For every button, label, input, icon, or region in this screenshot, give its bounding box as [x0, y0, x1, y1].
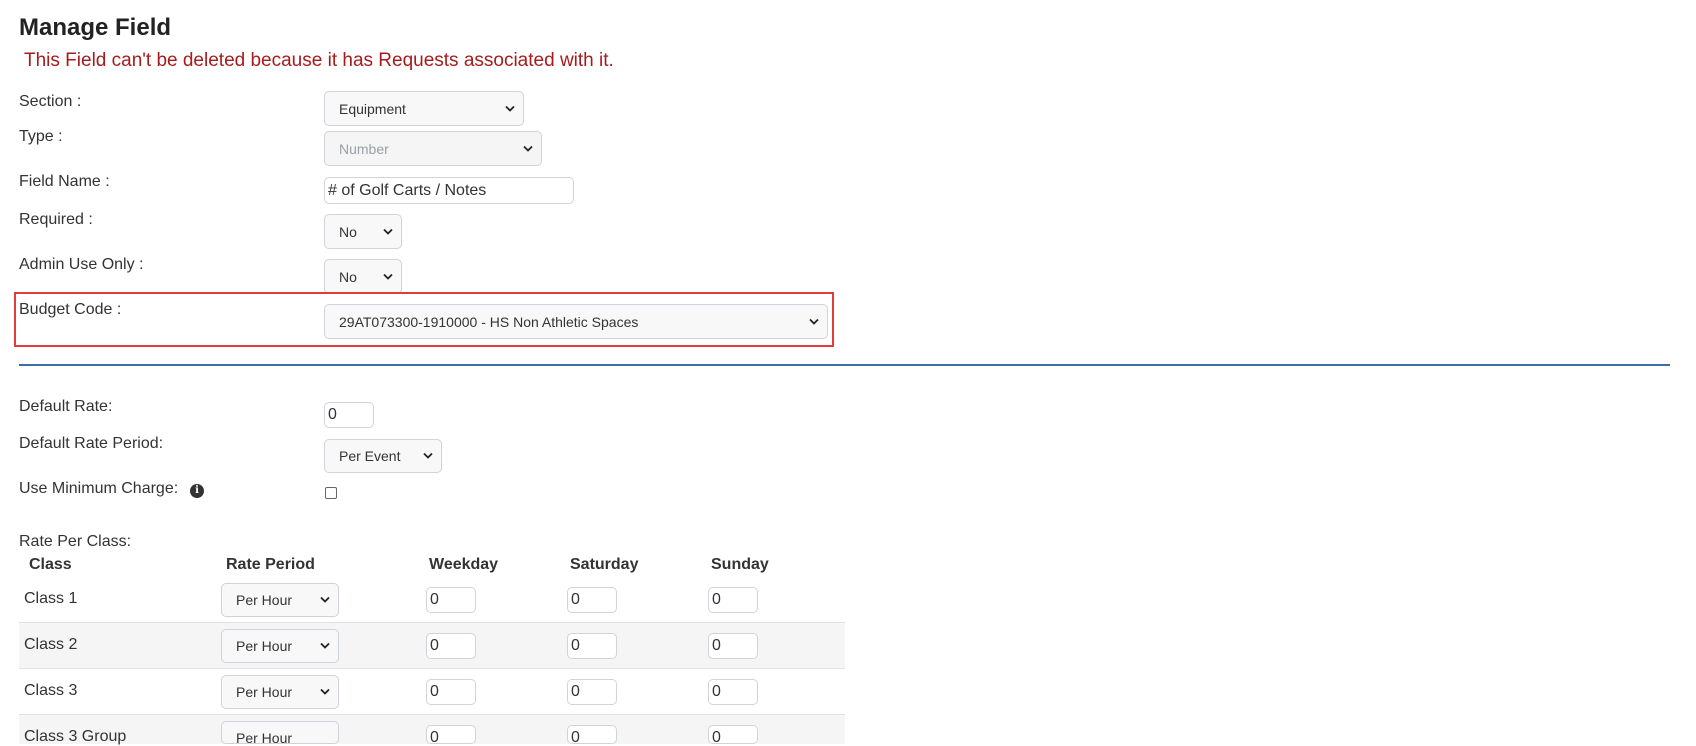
- required-select-value: No: [339, 223, 357, 240]
- saturday-rate-input[interactable]: 0: [567, 587, 617, 613]
- header-rate-period: Rate Period: [226, 556, 315, 573]
- class-name: Class 3 Group: [24, 728, 127, 745]
- rate-period-value: Per Hour: [236, 638, 293, 654]
- type-label: Type :: [19, 128, 63, 145]
- saturday-rate-input[interactable]: 0: [567, 633, 617, 659]
- required-select[interactable]: No: [324, 214, 402, 249]
- chevron-down-icon: [383, 273, 393, 280]
- default-rate-label: Default Rate:: [19, 398, 113, 415]
- default-rate-period-select[interactable]: Per Event: [324, 439, 442, 473]
- budget-code-label: Budget Code :: [19, 301, 122, 318]
- class-name: Class 1: [24, 590, 78, 607]
- error-message: This Field can't be deleted because it h…: [24, 50, 614, 71]
- saturday-rate-value: 0: [571, 683, 580, 700]
- header-saturday: Saturday: [570, 556, 639, 573]
- saturday-rate-input[interactable]: 0: [567, 679, 617, 705]
- required-label: Required :: [19, 211, 93, 228]
- sunday-rate-value: 0: [712, 637, 721, 654]
- sunday-rate-value: 0: [712, 591, 721, 608]
- weekday-rate-value: 0: [430, 729, 439, 744]
- chevron-down-icon: [523, 145, 533, 152]
- chevron-down-icon: [320, 597, 330, 604]
- admin-use-only-select[interactable]: No: [324, 259, 402, 294]
- chevron-down-icon: [809, 318, 819, 325]
- class-name: Class 2: [24, 636, 78, 653]
- sunday-rate-value: 0: [712, 683, 721, 700]
- default-rate-input[interactable]: 0: [324, 402, 374, 428]
- type-select-value: Number: [339, 140, 389, 157]
- header-class: Class: [29, 556, 72, 573]
- class-name: Class 3: [24, 682, 78, 699]
- weekday-rate-input[interactable]: 0: [426, 587, 476, 613]
- weekday-rate-input[interactable]: 0: [426, 679, 476, 705]
- admin-use-only-select-value: No: [339, 268, 357, 285]
- sunday-rate-input[interactable]: 0: [708, 633, 758, 659]
- type-select[interactable]: Number: [324, 131, 542, 166]
- default-rate-value: 0: [328, 406, 337, 423]
- saturday-rate-value: 0: [571, 637, 580, 654]
- saturday-rate-value: 0: [571, 591, 580, 608]
- weekday-rate-value: 0: [430, 683, 439, 700]
- header-sunday: Sunday: [711, 556, 769, 573]
- section-divider: [19, 364, 1670, 366]
- section-select[interactable]: Equipment: [324, 91, 524, 126]
- field-name-value: # of Golf Carts / Notes: [328, 181, 487, 199]
- chevron-down-icon: [383, 228, 393, 235]
- chevron-down-icon: [423, 453, 433, 460]
- sunday-rate-input[interactable]: 0: [708, 725, 758, 744]
- section-label: Section :: [19, 93, 82, 110]
- info-circle-icon[interactable]: i: [190, 484, 204, 498]
- rate-period-select[interactable]: Per Hour: [221, 675, 339, 709]
- sunday-rate-input[interactable]: 0: [708, 679, 758, 705]
- default-rate-period-select-value: Per Event: [339, 448, 401, 464]
- rate-period-select[interactable]: Per Hour: [221, 721, 339, 744]
- weekday-rate-input[interactable]: 0: [426, 725, 476, 744]
- chevron-down-icon: [320, 689, 330, 696]
- header-weekday: Weekday: [429, 556, 499, 573]
- use-minimum-charge-checkbox[interactable]: [325, 487, 337, 499]
- page-title: Manage Field: [19, 14, 172, 41]
- weekday-rate-value: 0: [430, 591, 439, 608]
- rate-period-value: Per Hour: [236, 684, 293, 700]
- rate-period-value: Per Hour: [236, 730, 293, 744]
- rate-period-value: Per Hour: [236, 592, 293, 608]
- chevron-down-icon: [505, 105, 515, 112]
- section-select-value: Equipment: [339, 100, 406, 117]
- field-name-label: Field Name :: [19, 173, 110, 190]
- budget-code-select[interactable]: 29AT073300-1910000 - HS Non Athletic Spa…: [324, 304, 828, 339]
- sunday-rate-value: 0: [712, 729, 721, 744]
- rate-period-select[interactable]: Per Hour: [221, 583, 339, 617]
- budget-code-select-value: 29AT073300-1910000 - HS Non Athletic Spa…: [339, 313, 639, 330]
- rate-per-class-label: Rate Per Class:: [19, 533, 132, 550]
- saturday-rate-input[interactable]: 0: [567, 725, 617, 744]
- sunday-rate-input[interactable]: 0: [708, 587, 758, 613]
- field-name-input[interactable]: # of Golf Carts / Notes: [324, 177, 574, 204]
- use-minimum-charge-label: Use Minimum Charge:: [19, 480, 179, 497]
- weekday-rate-input[interactable]: 0: [426, 633, 476, 659]
- weekday-rate-value: 0: [430, 637, 439, 654]
- saturday-rate-value: 0: [571, 729, 580, 744]
- default-rate-period-label: Default Rate Period:: [19, 435, 164, 452]
- admin-use-only-label: Admin Use Only :: [19, 256, 144, 273]
- chevron-down-icon: [320, 643, 330, 650]
- rate-period-select[interactable]: Per Hour: [221, 629, 339, 663]
